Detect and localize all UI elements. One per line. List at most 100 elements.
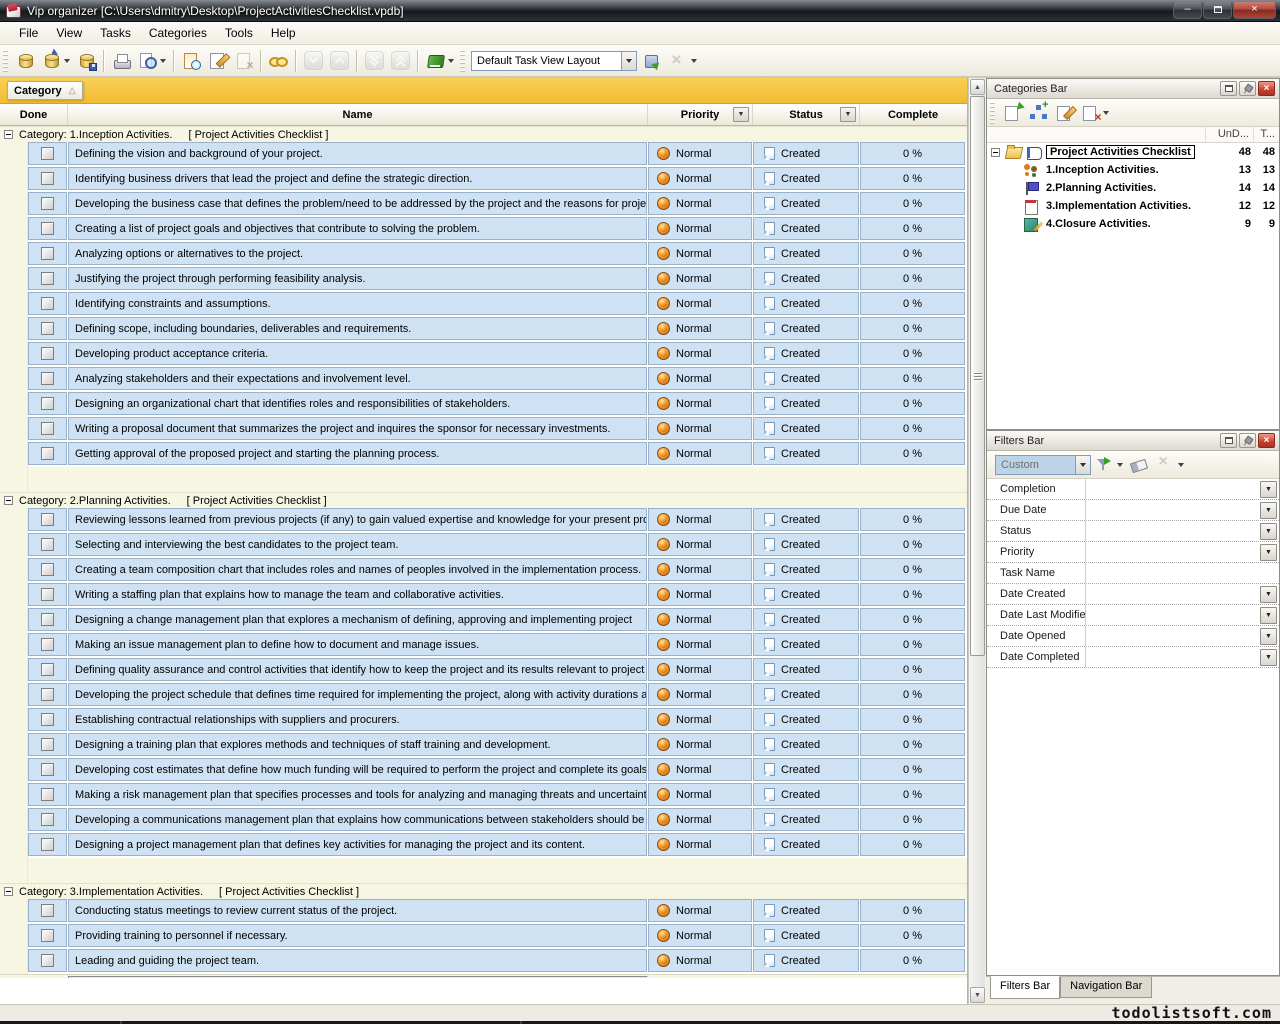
categories-overflow-dropdown-icon[interactable] bbox=[1103, 111, 1109, 115]
minimize-button[interactable]: – bbox=[1173, 2, 1202, 19]
priority-cell[interactable]: Normal bbox=[648, 342, 752, 365]
column-header-status[interactable]: Status▼ bbox=[753, 104, 860, 125]
task-checkbox[interactable] bbox=[41, 197, 54, 210]
task-name-cell[interactable]: Developing product acceptance criteria. bbox=[68, 342, 647, 365]
task-name-cell[interactable]: Reviewing lessons learned from previous … bbox=[68, 508, 647, 531]
task-checkbox[interactable] bbox=[41, 147, 54, 160]
task-name-cell[interactable]: Getting approval of the proposed project… bbox=[68, 442, 647, 465]
task-name-cell[interactable]: Developing the project schedule that def… bbox=[68, 683, 647, 706]
priority-cell[interactable]: Normal bbox=[648, 683, 752, 706]
task-checkbox[interactable] bbox=[41, 613, 54, 626]
status-cell[interactable]: Created bbox=[753, 708, 859, 731]
task-checkbox[interactable] bbox=[41, 222, 54, 235]
priority-cell[interactable]: Normal bbox=[648, 217, 752, 240]
priority-cell[interactable]: Normal bbox=[648, 317, 752, 340]
toolbar-overflow-dropdown-icon[interactable] bbox=[691, 59, 697, 63]
complete-cell[interactable]: 0 % bbox=[860, 367, 965, 390]
complete-cell[interactable]: 0 % bbox=[860, 417, 965, 440]
task-checkbox[interactable] bbox=[41, 272, 54, 285]
status-cell[interactable]: Created bbox=[753, 192, 859, 215]
status-cell[interactable]: Created bbox=[753, 442, 859, 465]
filter-field-value[interactable] bbox=[1086, 542, 1260, 562]
filter-priority-dropdown[interactable]: ▼ bbox=[1260, 544, 1277, 561]
complete-cell[interactable]: 0 % bbox=[860, 608, 965, 631]
menu-item-tasks[interactable]: Tasks bbox=[91, 23, 140, 43]
filter-field-value[interactable] bbox=[1086, 521, 1260, 541]
scrollbar-thumb[interactable] bbox=[970, 96, 985, 656]
task-name-cell[interactable]: Identifying business drivers that lead t… bbox=[68, 167, 647, 190]
priority-cell[interactable]: Normal bbox=[648, 392, 752, 415]
priority-cell[interactable]: Normal bbox=[648, 758, 752, 781]
filter-date-last-modified-dropdown[interactable]: ▼ bbox=[1260, 607, 1277, 624]
complete-cell[interactable]: 0 % bbox=[860, 558, 965, 581]
complete-cell[interactable]: 0 % bbox=[860, 924, 965, 947]
priority-cell[interactable]: Normal bbox=[648, 533, 752, 556]
delete-category-button[interactable] bbox=[1078, 101, 1102, 125]
filter-date-opened-dropdown[interactable]: ▼ bbox=[1260, 628, 1277, 645]
task-checkbox[interactable] bbox=[41, 929, 54, 942]
filter-clear-button[interactable] bbox=[1127, 453, 1151, 477]
task-checkbox[interactable] bbox=[41, 788, 54, 801]
category-item-2-planning-activities[interactable]: 2.Planning Activities.1414 bbox=[987, 179, 1279, 197]
priority-cell[interactable]: Normal bbox=[648, 833, 752, 856]
priority-cell[interactable]: Normal bbox=[648, 367, 752, 390]
filters-maximize-button[interactable] bbox=[1220, 433, 1237, 448]
filter-field-value[interactable] bbox=[1086, 626, 1260, 646]
task-name-cell[interactable]: Defining scope, including boundaries, de… bbox=[68, 317, 647, 340]
priority-cell[interactable]: Normal bbox=[648, 442, 752, 465]
open-database-button[interactable] bbox=[39, 49, 63, 73]
priority-cell[interactable]: Normal bbox=[648, 658, 752, 681]
edit-task-button[interactable] bbox=[205, 49, 229, 73]
toolbar-handle[interactable] bbox=[460, 50, 465, 72]
task-checkbox[interactable] bbox=[41, 688, 54, 701]
task-checkbox[interactable] bbox=[41, 247, 54, 260]
task-name-cell[interactable]: Establishing contractual relationships w… bbox=[68, 708, 647, 731]
filter-field-value[interactable] bbox=[1086, 479, 1260, 499]
group-by-category-button[interactable]: Category △ bbox=[7, 81, 83, 100]
filter-preset-combo[interactable]: Custom bbox=[995, 455, 1091, 475]
task-checkbox[interactable] bbox=[41, 954, 54, 967]
task-name-cell[interactable]: Developing the business case that define… bbox=[68, 192, 647, 215]
task-checkbox[interactable] bbox=[41, 372, 54, 385]
priority-cell[interactable]: Normal bbox=[648, 167, 752, 190]
complete-cell[interactable]: 0 % bbox=[860, 533, 965, 556]
filter-field-value[interactable] bbox=[1086, 605, 1260, 625]
column-header-priority[interactable]: Priority▼ bbox=[648, 104, 753, 125]
scroll-down-arrow-icon[interactable]: ▼ bbox=[970, 987, 985, 1003]
category-item-4-closure-activities[interactable]: 4.Closure Activities.99 bbox=[987, 215, 1279, 233]
status-cell[interactable]: Created bbox=[753, 633, 859, 656]
task-checkbox[interactable] bbox=[41, 738, 54, 751]
priority-cell[interactable]: Normal bbox=[648, 708, 752, 731]
status-cell[interactable]: Created bbox=[753, 924, 859, 947]
complete-cell[interactable]: 0 % bbox=[860, 633, 965, 656]
save-layout-button[interactable] bbox=[640, 49, 664, 73]
task-checkbox[interactable] bbox=[41, 513, 54, 526]
task-name-cell[interactable]: Creating a list of project goals and obj… bbox=[68, 217, 647, 240]
add-category-button[interactable] bbox=[1000, 101, 1024, 125]
task-name-cell[interactable]: Developing cost estimates that define ho… bbox=[68, 758, 647, 781]
task-name-cell[interactable]: Writing a staffing plan that explains ho… bbox=[68, 583, 647, 606]
task-checkbox[interactable] bbox=[41, 904, 54, 917]
status-cell[interactable]: Created bbox=[753, 417, 859, 440]
menu-item-help[interactable]: Help bbox=[262, 23, 305, 43]
priority-filter-dropdown[interactable]: ▼ bbox=[733, 107, 749, 122]
task-checkbox[interactable] bbox=[41, 397, 54, 410]
collapse-icon[interactable] bbox=[4, 887, 13, 896]
edit-category-button[interactable] bbox=[1052, 101, 1076, 125]
complete-cell[interactable]: 0 % bbox=[860, 658, 965, 681]
total-column-header[interactable]: T... bbox=[1253, 127, 1279, 142]
complete-cell[interactable]: 0 % bbox=[860, 708, 965, 731]
task-name-cell[interactable]: Providing training to personnel if neces… bbox=[68, 924, 647, 947]
status-filter-dropdown[interactable]: ▼ bbox=[840, 107, 856, 122]
highlight-tasks-button[interactable] bbox=[266, 49, 290, 73]
status-cell[interactable]: Created bbox=[753, 783, 859, 806]
task-name-cell[interactable]: Leading and guiding the project team. bbox=[68, 949, 647, 972]
close-button[interactable]: × bbox=[1233, 2, 1276, 19]
filter-apply-button[interactable] bbox=[1092, 453, 1116, 477]
category-item-1-inception-activities[interactable]: 1.Inception Activities.1313 bbox=[987, 161, 1279, 179]
task-checkbox[interactable] bbox=[41, 563, 54, 576]
task-checkbox[interactable] bbox=[41, 638, 54, 651]
filter-apply-dropdown-icon[interactable] bbox=[1117, 463, 1123, 467]
task-name-cell[interactable]: Selecting and interviewing the best cand… bbox=[68, 533, 647, 556]
priority-cell[interactable]: Normal bbox=[648, 899, 752, 922]
